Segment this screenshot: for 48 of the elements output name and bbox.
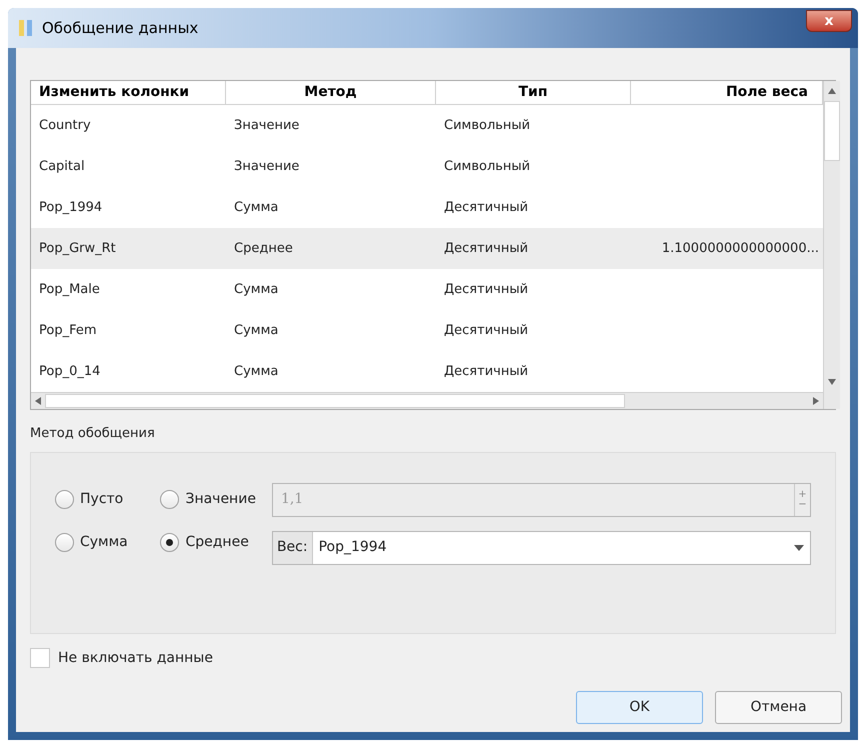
table-cell: Сумма: [234, 323, 278, 338]
table-cell: Pop_Fem: [39, 323, 97, 338]
radio-button[interactable]: [160, 490, 180, 508]
weight-dropdown[interactable]: Pop_1994: [312, 532, 810, 564]
scroll-thumb[interactable]: [824, 101, 840, 161]
table-cell: Среднее: [234, 241, 293, 256]
table-cell: Значение: [234, 118, 300, 133]
table-cell: Десятичный: [444, 323, 528, 338]
weight-label: Вес:: [276, 538, 309, 557]
table-cell: Символьный: [444, 118, 530, 133]
table-cell: Значение: [234, 159, 300, 174]
checkbox[interactable]: [30, 648, 50, 668]
radio-button[interactable]: [55, 532, 74, 552]
radio-label: Пусто: [80, 490, 124, 508]
column-header[interactable]: Изменить колонки: [31, 81, 226, 104]
table-cell: Сумма: [234, 364, 278, 379]
column-header[interactable]: Тип: [436, 81, 631, 104]
radio-button[interactable]: [55, 490, 74, 508]
table-cell: Сумма: [234, 282, 278, 297]
table-cell: Символьный: [444, 159, 530, 174]
window-title: Обобщение данных: [42, 18, 198, 39]
table-cell: Country: [39, 118, 91, 133]
table-row[interactable]: Pop_Grw_Rt Среднее Десятичный 1.1000000000000000...: [31, 228, 823, 269]
horizontal-scrollbar[interactable]: [31, 392, 823, 409]
table-cell: Pop_Grw_Rt: [39, 241, 116, 256]
table-cell: Десятичный: [444, 241, 528, 256]
radio-button[interactable]: [160, 532, 180, 552]
group-title: Метод обобщения: [30, 425, 156, 443]
table-cell: Pop_1994: [39, 200, 102, 215]
table-cell: Pop_0_14: [39, 364, 100, 379]
radio-label: Значение: [185, 490, 256, 508]
dialog-button[interactable]: OK: [576, 691, 703, 724]
radio-label: Среднее: [185, 532, 249, 552]
radio-label: Сумма: [80, 532, 128, 552]
app-icon: [18, 19, 34, 37]
scroll-thumb[interactable]: [45, 394, 625, 408]
table-cell: Десятичный: [444, 364, 528, 379]
table-cell: Pop_Male: [39, 282, 100, 297]
table-cell: Сумма: [234, 200, 278, 215]
checkbox-label: Не включать данные: [58, 648, 213, 668]
table-cell: Capital: [39, 159, 85, 174]
vertical-scrollbar[interactable]: [823, 81, 840, 409]
column-header[interactable]: Метод: [226, 81, 436, 104]
table-cell: Десятичный: [444, 282, 528, 297]
dialog-button[interactable]: Отмена: [715, 691, 842, 724]
table-cell: 1.1000000000000000...: [662, 241, 819, 256]
table-cell: Десятичный: [444, 200, 528, 215]
dropdown-arrow-icon: [794, 544, 804, 550]
